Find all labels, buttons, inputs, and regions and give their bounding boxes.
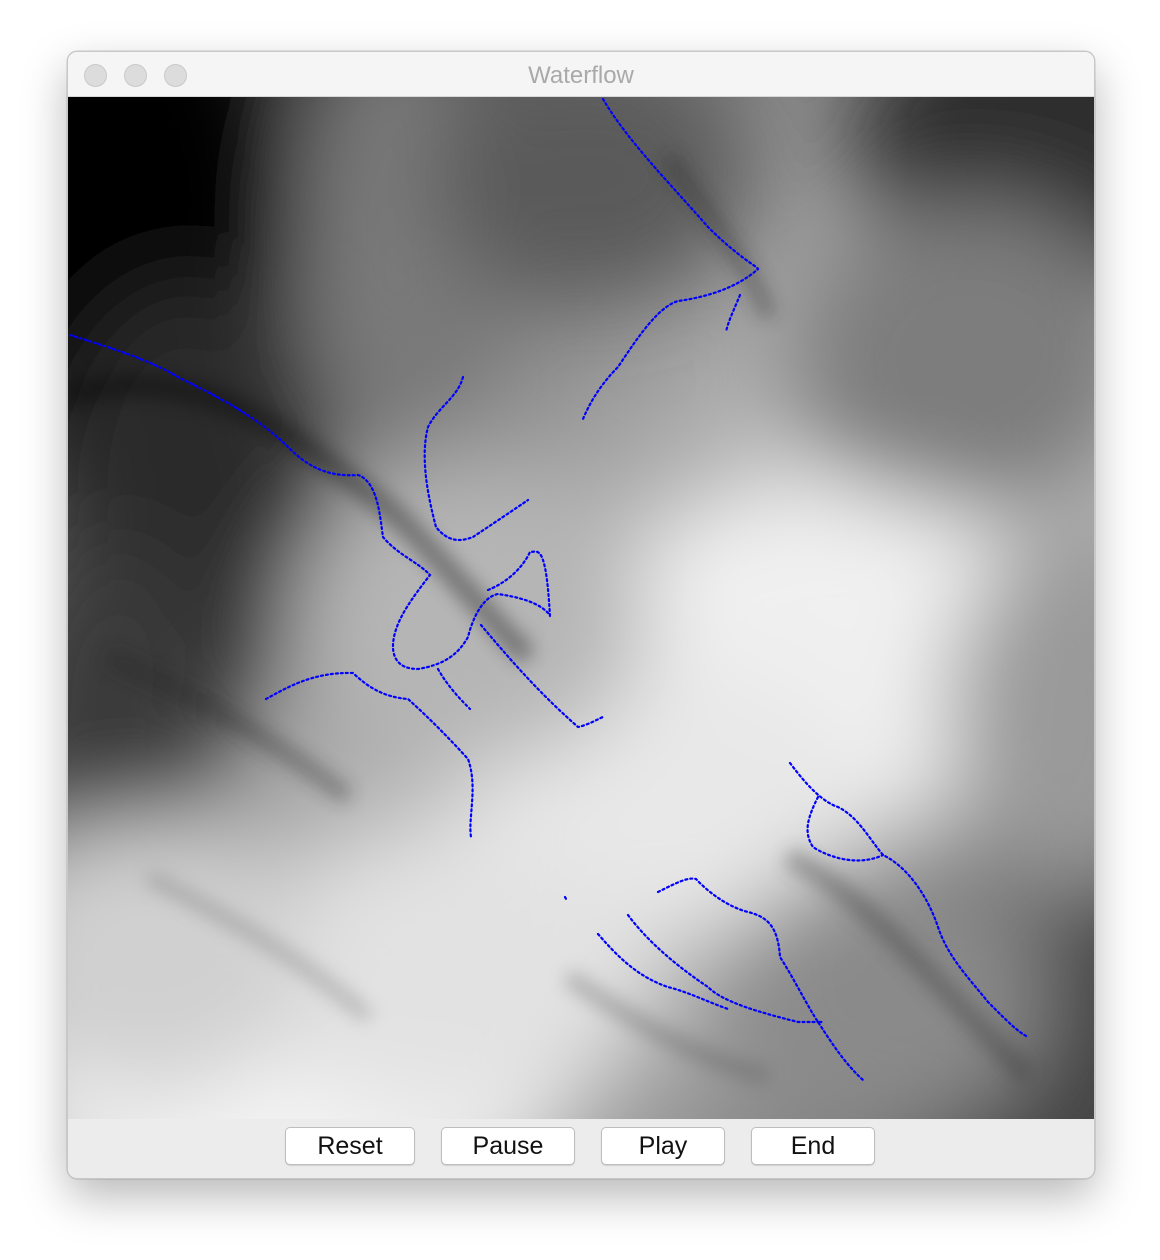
title-bar[interactable]: Waterflow	[68, 52, 1094, 97]
play-button[interactable]: Play	[601, 1127, 725, 1165]
pause-button[interactable]: Pause	[441, 1127, 575, 1165]
terrain-map	[68, 97, 1094, 1119]
terrain-canvas[interactable]	[68, 97, 1094, 1119]
terrain-shading	[68, 97, 1094, 1119]
flow-path	[563, 895, 568, 901]
app-window: Waterflow Reset Pause Play End	[67, 51, 1095, 1179]
end-button[interactable]: End	[751, 1127, 875, 1165]
window-title: Waterflow	[528, 62, 634, 89]
control-bar: Reset Pause Play End	[68, 1119, 1094, 1178]
reset-button[interactable]: Reset	[285, 1127, 415, 1165]
